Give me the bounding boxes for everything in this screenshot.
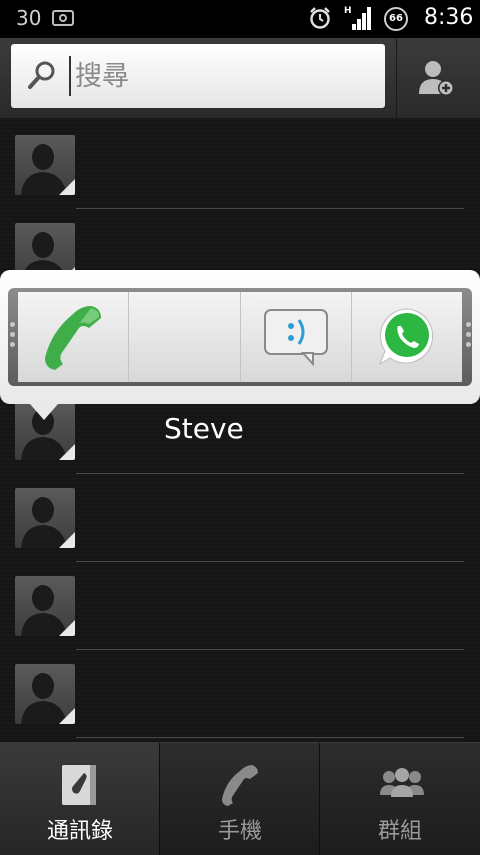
empty-action-slot bbox=[129, 292, 241, 382]
notification-count: 30 bbox=[16, 6, 42, 30]
search-input[interactable] bbox=[69, 56, 375, 96]
contact-row[interactable] bbox=[0, 121, 480, 209]
tab-groups[interactable]: 群組 bbox=[320, 743, 480, 855]
add-contact-button[interactable] bbox=[397, 38, 480, 118]
add-contact-icon bbox=[419, 61, 454, 96]
avatar bbox=[15, 488, 75, 548]
quick-actions bbox=[18, 292, 462, 382]
clock: 8:36 bbox=[424, 5, 474, 30]
tray-grip-left bbox=[10, 322, 16, 352]
status-bar: 30 H 66 8:36 bbox=[0, 0, 480, 38]
person-silhouette-icon bbox=[21, 497, 67, 548]
battery-icon: 66 bbox=[384, 7, 408, 31]
tab-contacts[interactable]: 通訊錄 bbox=[0, 743, 160, 855]
message-icon bbox=[263, 309, 328, 366]
contact-row[interactable] bbox=[0, 474, 480, 562]
quick-action-tray bbox=[8, 288, 472, 386]
tab-label: 群組 bbox=[377, 819, 422, 844]
person-silhouette-icon bbox=[21, 144, 67, 195]
phone-icon bbox=[222, 765, 258, 806]
network-type-label: H bbox=[344, 6, 352, 16]
call-action-button[interactable] bbox=[18, 292, 130, 382]
search-icon bbox=[28, 61, 55, 89]
tab-label: 通訊錄 bbox=[46, 819, 113, 844]
bottom-tab-bar: 通訊錄 手機 群組 bbox=[0, 742, 480, 855]
contact-list[interactable]: Steve bbox=[0, 118, 480, 742]
popup-pointer bbox=[30, 404, 58, 420]
group-icon bbox=[380, 768, 424, 797]
row-divider bbox=[76, 737, 464, 738]
signal-icon: H bbox=[344, 6, 371, 30]
tray-grip-right bbox=[466, 322, 472, 352]
contacts-book-icon bbox=[62, 765, 96, 805]
phone-icon bbox=[45, 306, 102, 370]
quick-contact-popup bbox=[0, 270, 480, 404]
whatsapp-icon bbox=[378, 308, 433, 366]
message-action-button[interactable] bbox=[241, 292, 352, 382]
person-silhouette-icon bbox=[21, 673, 67, 724]
tab-phone[interactable]: 手機 bbox=[160, 743, 320, 855]
tab-label: 手機 bbox=[217, 819, 262, 844]
person-silhouette-icon bbox=[21, 585, 67, 636]
alarm-icon bbox=[310, 7, 330, 29]
search-header bbox=[0, 38, 480, 119]
contact-row[interactable] bbox=[0, 562, 480, 650]
search-box[interactable] bbox=[11, 44, 385, 108]
camera-icon bbox=[52, 10, 74, 26]
contact-row[interactable] bbox=[0, 650, 480, 738]
avatar bbox=[15, 135, 75, 195]
avatar bbox=[15, 664, 75, 724]
avatar bbox=[15, 576, 75, 636]
contact-name: Steve bbox=[164, 412, 244, 445]
whatsapp-action-button[interactable] bbox=[352, 292, 462, 382]
